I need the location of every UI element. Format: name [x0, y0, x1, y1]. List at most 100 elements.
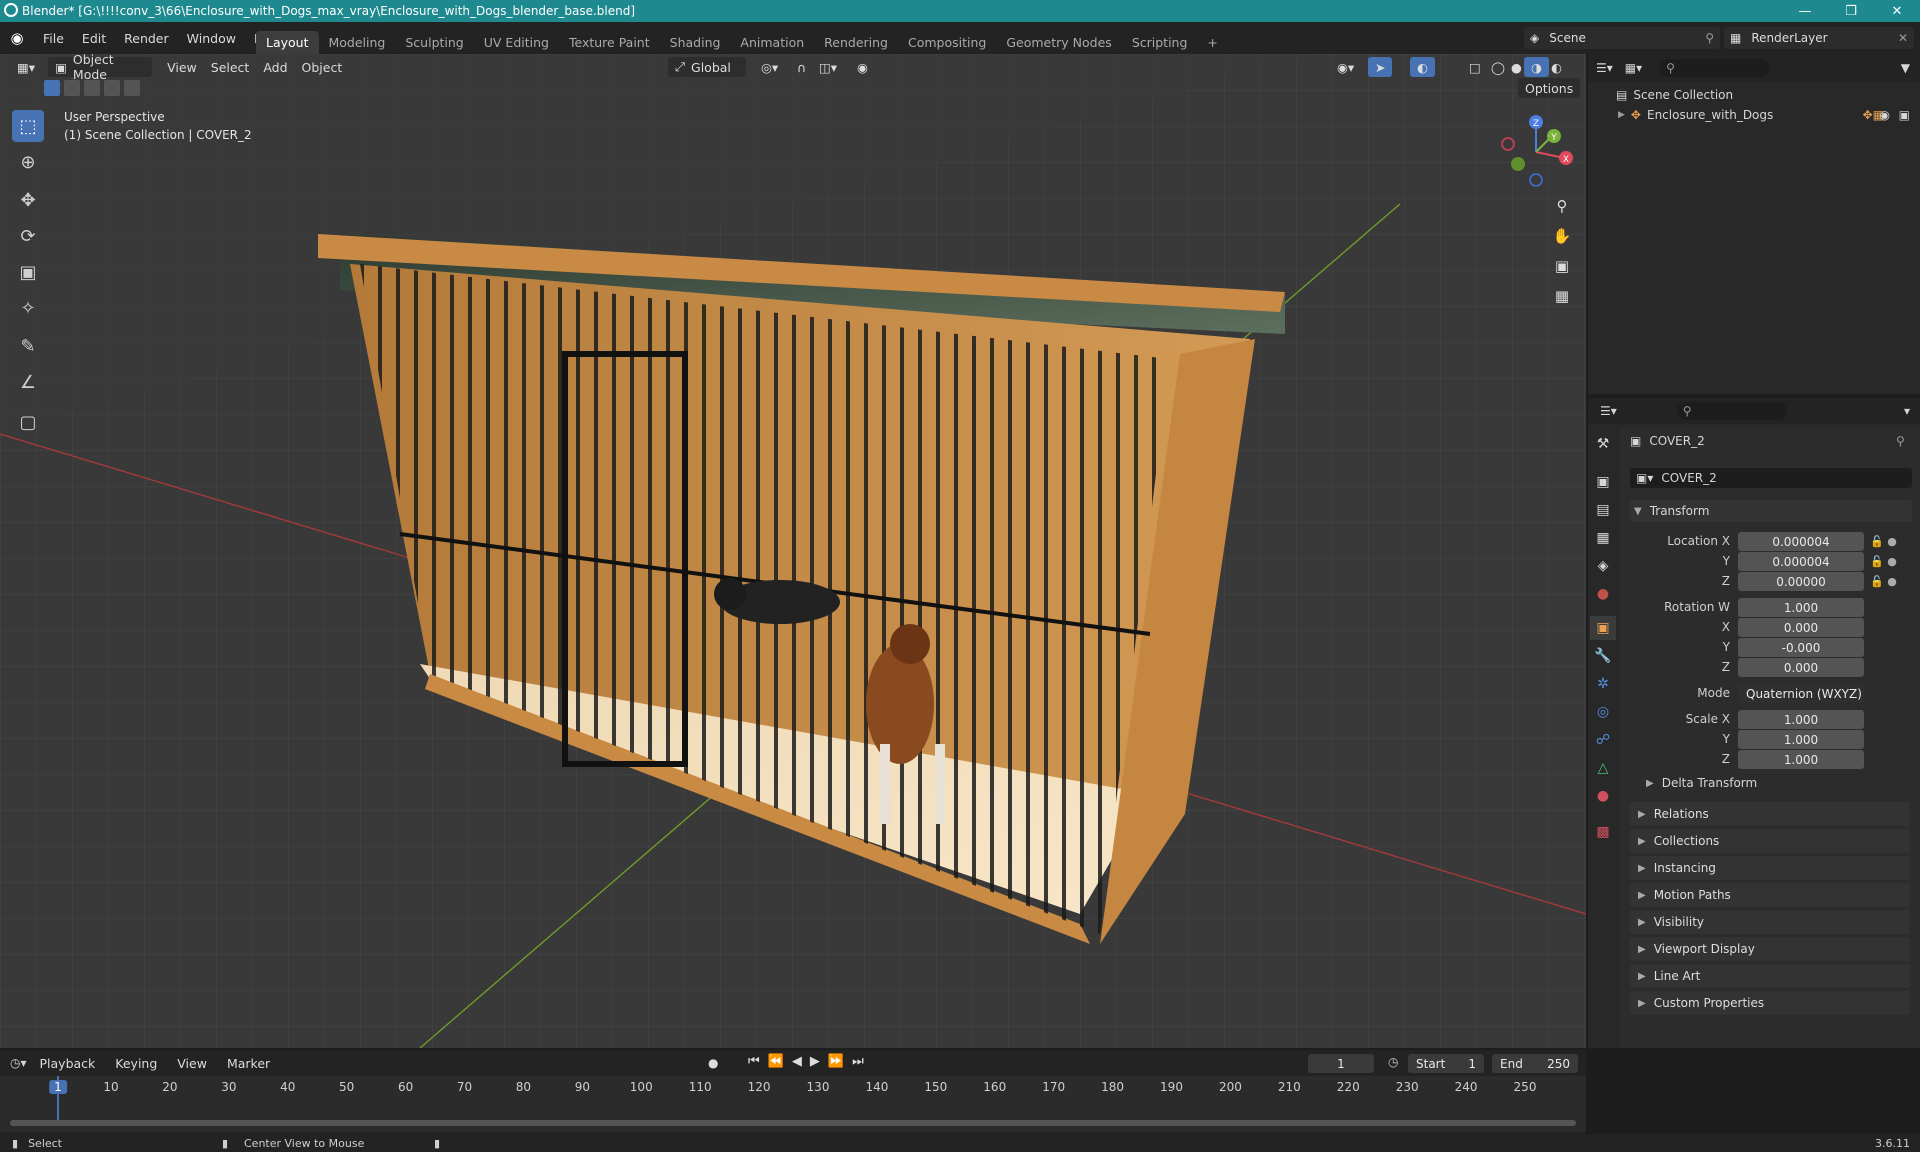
- object-datablock-field[interactable]: ▣▾ COVER_2: [1630, 468, 1912, 488]
- chevron-down-icon[interactable]: ▾: [1904, 404, 1910, 418]
- maximize-button[interactable]: ❐: [1828, 0, 1874, 22]
- texture-tab-icon[interactable]: ▩: [1590, 820, 1616, 844]
- scene-tab-icon[interactable]: ◈: [1590, 554, 1616, 578]
- properties-search-input[interactable]: ⚲: [1676, 402, 1787, 420]
- zoom-icon[interactable]: ⚲: [1548, 192, 1576, 220]
- tab-texture-paint[interactable]: Texture Paint: [559, 31, 660, 54]
- clock-icon[interactable]: ◷: [1388, 1055, 1398, 1069]
- select-box-tool-icon[interactable]: ⬚: [12, 110, 44, 142]
- menu-edit[interactable]: Edit: [73, 31, 115, 46]
- outliner-editor-icon[interactable]: ☰▾: [1596, 61, 1613, 75]
- scale-x-field[interactable]: 1.000: [1738, 710, 1864, 729]
- menu-marker[interactable]: Marker: [220, 1053, 277, 1073]
- visibility-icon[interactable]: ◉▾: [1330, 57, 1361, 77]
- menu-view[interactable]: View: [160, 57, 204, 77]
- lock-icon[interactable]: 🔓 ●: [1870, 532, 1910, 552]
- transform-tool-icon[interactable]: ✧: [12, 292, 44, 324]
- record-icon[interactable]: ●: [708, 1056, 718, 1070]
- add-workspace-icon[interactable]: +: [1197, 31, 1227, 54]
- constraints-tab-icon[interactable]: ☍: [1590, 728, 1616, 752]
- timeline-scrollbar[interactable]: [10, 1120, 1576, 1126]
- move-tool-icon[interactable]: ✥: [12, 184, 44, 216]
- menu-playback[interactable]: Playback: [33, 1053, 103, 1073]
- menu-keying[interactable]: Keying: [108, 1053, 164, 1073]
- editor-type-icon[interactable]: ▦▾: [10, 57, 42, 77]
- tab-layout[interactable]: Layout: [256, 31, 319, 54]
- snap-icon[interactable]: ∩: [790, 57, 813, 77]
- tab-uv-editing[interactable]: UV Editing: [474, 31, 559, 54]
- outliner-row-enclosure[interactable]: ▶ ✥ Enclosure_with_Dogs ✥▦ ◉ ▣: [1588, 102, 1920, 122]
- tab-shading[interactable]: Shading: [660, 31, 731, 54]
- eye-icon[interactable]: ◉: [1880, 108, 1890, 122]
- panel-instancing[interactable]: ▶ Instancing: [1630, 856, 1910, 880]
- end-frame-field[interactable]: End 250: [1492, 1054, 1578, 1073]
- delta-transform-subpanel[interactable]: ▶ Delta Transform: [1646, 776, 1757, 790]
- data-tab-icon[interactable]: △: [1590, 756, 1616, 780]
- outliner-row-scene-collection[interactable]: ▤ Scene Collection: [1588, 82, 1920, 102]
- pan-hand-icon[interactable]: ✋: [1548, 222, 1576, 250]
- view-layer-tab-icon[interactable]: ▦: [1590, 526, 1616, 550]
- panel-collections[interactable]: ▶ Collections: [1630, 829, 1910, 853]
- jump-start-icon[interactable]: ⏮: [748, 1054, 760, 1069]
- camera-render-icon[interactable]: ▣: [1899, 108, 1910, 122]
- object-tab-icon[interactable]: ▣: [1590, 616, 1616, 640]
- properties-editor-icon[interactable]: ☰▾: [1600, 404, 1617, 418]
- close-button[interactable]: ✕: [1874, 0, 1920, 22]
- menu-render[interactable]: Render: [115, 31, 178, 46]
- world-tab-icon[interactable]: ●: [1590, 582, 1616, 606]
- rotation-mode-dropdown[interactable]: Quaternion (WXYZ): [1738, 684, 1864, 703]
- location-x-field[interactable]: 0.000004: [1738, 532, 1864, 551]
- prev-keyframe-icon[interactable]: ⏪: [768, 1054, 784, 1069]
- tab-sculpting[interactable]: Sculpting: [395, 31, 473, 54]
- blender-menu-icon[interactable]: ◉: [0, 29, 34, 47]
- next-keyframe-icon[interactable]: ⏩: [828, 1054, 844, 1069]
- navigation-gizmo[interactable]: Z X Y: [1494, 110, 1576, 192]
- add-cube-tool-icon[interactable]: ▢: [12, 406, 44, 438]
- filter-icon[interactable]: ▼: [1901, 61, 1910, 75]
- options-button[interactable]: Options: [1518, 78, 1581, 98]
- measure-tool-icon[interactable]: ∠: [12, 366, 44, 398]
- current-frame-field[interactable]: 1: [1308, 1054, 1374, 1073]
- lock-icon[interactable]: 🔓 ●: [1870, 552, 1910, 572]
- rotation-y-field[interactable]: -0.000: [1738, 638, 1864, 657]
- transform-panel-header[interactable]: ▼ Transform: [1630, 500, 1912, 522]
- select-extend-icon[interactable]: [64, 80, 80, 96]
- display-mode-icon[interactable]: ▦▾: [1625, 61, 1642, 75]
- timeline-editor-icon[interactable]: ◷▾: [10, 1056, 27, 1070]
- panel-line-art[interactable]: ▶ Line Art: [1630, 964, 1910, 988]
- snap-target-icon[interactable]: ◫▾: [812, 57, 844, 77]
- camera-view-icon[interactable]: ▣: [1548, 252, 1576, 280]
- particles-tab-icon[interactable]: ✲: [1590, 672, 1616, 696]
- panel-motion-paths[interactable]: ▶ Motion Paths: [1630, 883, 1910, 907]
- scale-y-field[interactable]: 1.000: [1738, 730, 1864, 749]
- close-icon[interactable]: ✕: [1898, 31, 1908, 45]
- proportional-edit-icon[interactable]: ◉: [850, 57, 875, 77]
- physics-tab-icon[interactable]: ◎: [1590, 700, 1616, 724]
- expand-chevron-icon[interactable]: ▶: [1618, 110, 1625, 120]
- tab-animation[interactable]: Animation: [730, 31, 814, 54]
- tab-geometry-nodes[interactable]: Geometry Nodes: [996, 31, 1121, 54]
- start-frame-field[interactable]: Start 1: [1408, 1054, 1484, 1073]
- panel-relations[interactable]: ▶ Relations: [1630, 802, 1910, 826]
- modifier-tab-icon[interactable]: 🔧: [1590, 644, 1616, 668]
- panel-viewport-display[interactable]: ▶ Viewport Display: [1630, 937, 1910, 961]
- render-tab-icon[interactable]: ▣: [1590, 470, 1616, 494]
- scale-z-field[interactable]: 1.000: [1738, 750, 1864, 769]
- material-tab-icon[interactable]: ●: [1590, 784, 1616, 808]
- rotation-z-field[interactable]: 0.000: [1738, 658, 1864, 677]
- play-icon[interactable]: ▶: [810, 1054, 820, 1069]
- minimize-button[interactable]: —: [1782, 0, 1828, 22]
- scale-tool-icon[interactable]: ▣: [12, 256, 44, 288]
- tab-scripting[interactable]: Scripting: [1122, 31, 1198, 54]
- orientation-selector[interactable]: ⤢ Global: [668, 57, 746, 77]
- tab-modeling[interactable]: Modeling: [319, 31, 396, 54]
- rotate-tool-icon[interactable]: ⟳: [12, 220, 44, 252]
- location-z-field[interactable]: 0.00000: [1738, 572, 1864, 591]
- gizmo-toggle-icon[interactable]: ➤: [1368, 57, 1393, 77]
- select-subtract-icon[interactable]: [84, 80, 100, 96]
- tab-compositing[interactable]: Compositing: [898, 31, 996, 54]
- tab-rendering[interactable]: Rendering: [814, 31, 898, 54]
- menu-object[interactable]: Object: [295, 57, 350, 77]
- select-invert-icon[interactable]: [104, 80, 120, 96]
- menu-timeline-view[interactable]: View: [170, 1053, 214, 1073]
